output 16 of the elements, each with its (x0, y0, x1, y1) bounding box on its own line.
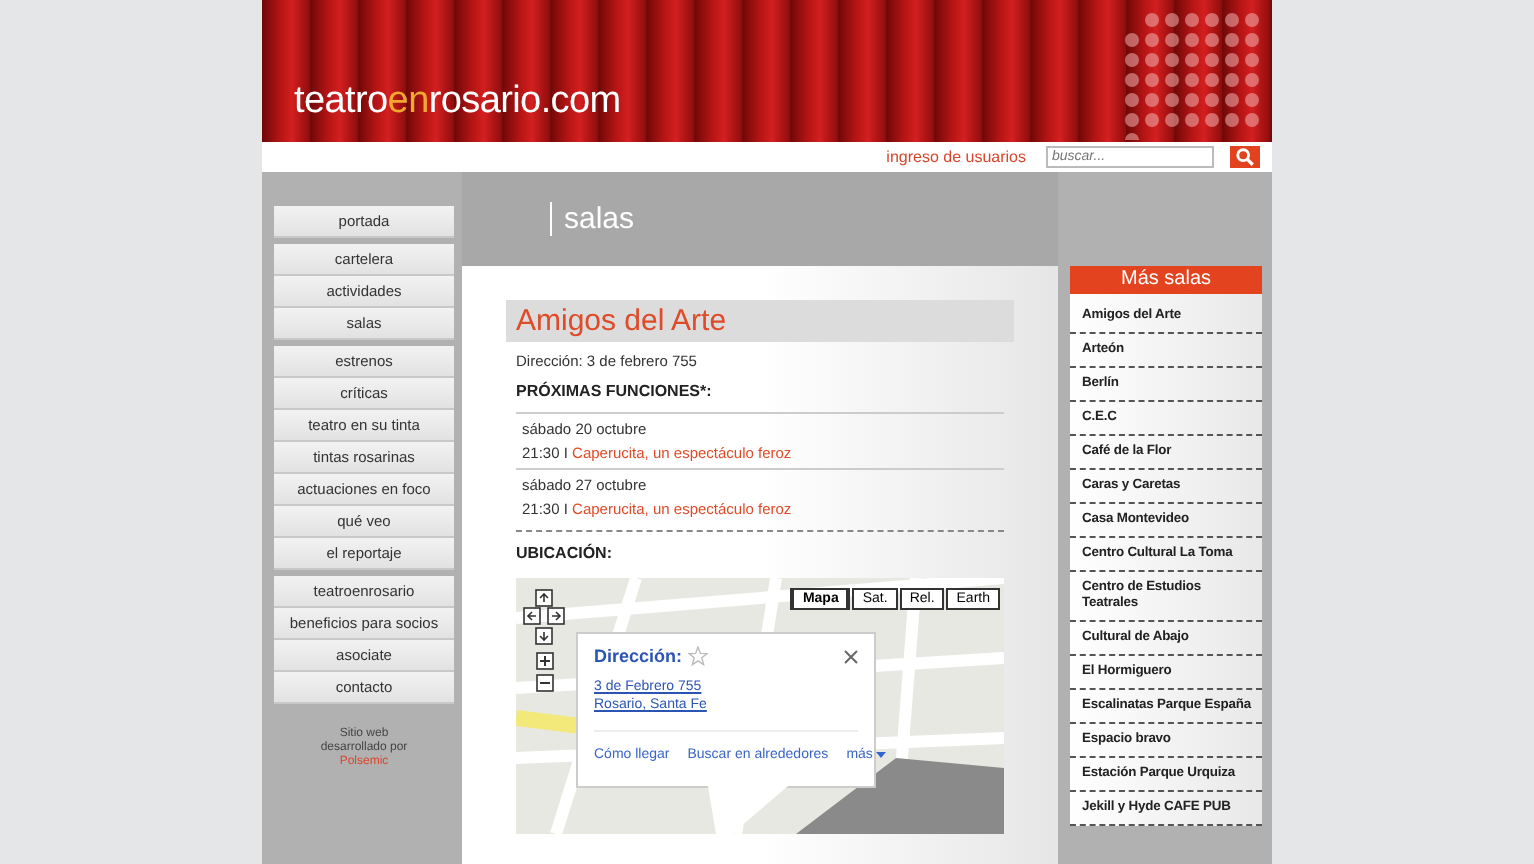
section-heading: PRÓXIMAS FUNCIONES*: (516, 382, 714, 400)
sidebar-title: Más salas (1070, 266, 1262, 294)
zoom-in-icon[interactable] (535, 652, 553, 670)
star-icon[interactable] (688, 646, 709, 666)
pan-controls-icon[interactable] (522, 588, 566, 648)
site-logo[interactable]: teatroenrosario.com (262, 80, 621, 142)
popup-pointer-icon (708, 786, 788, 834)
search-icon (1236, 148, 1254, 166)
section-title: salas (550, 202, 635, 236)
search-button[interactable] (1230, 146, 1260, 168)
close-icon[interactable] (844, 649, 858, 663)
venue-title: Amigos del Arte (506, 300, 1014, 342)
zoom-out-icon[interactable] (535, 674, 553, 692)
popup-title: Dirección: (594, 646, 683, 666)
login-link[interactable]: ingreso de usuarios (886, 148, 1026, 166)
section-heading: UBICACIÓN: (516, 544, 614, 562)
